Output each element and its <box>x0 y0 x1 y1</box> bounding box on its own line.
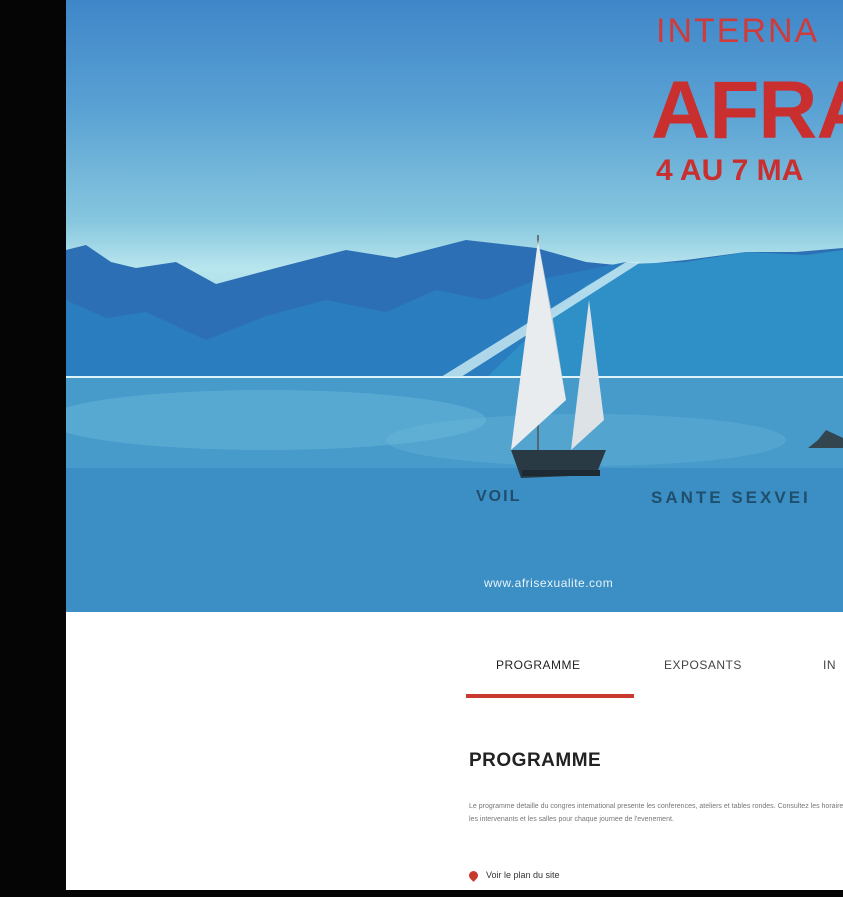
hero-website-link[interactable]: www.afrisexualite.com <box>484 576 613 590</box>
hero-caption-right: SANTE SEXVEI <box>651 488 811 507</box>
location-text: Voir le plan du site <box>486 870 560 880</box>
tab-exposants[interactable]: EXPOSANTS <box>664 658 742 672</box>
hero-eyebrow: INTERNA <box>656 12 820 50</box>
program-tabs: PROGRAMME EXPOSANTS IN <box>66 612 843 702</box>
bottom-bezel <box>0 890 843 897</box>
tab-more[interactable]: IN <box>823 658 836 672</box>
location-link[interactable]: Voir le plan du site <box>467 868 560 882</box>
hero-dates: 4 AU 7 MA <box>656 154 804 187</box>
hero-caption-left: VOIL <box>476 488 522 505</box>
tab-programme[interactable]: PROGRAMME <box>496 658 581 672</box>
section-description: Le programme detaille du congres interna… <box>469 803 843 823</box>
active-tab-underline <box>466 694 634 698</box>
hero-banner: INTERNA AFRA 4 AU 7 MA VOIL SANTE SEXVEI… <box>66 0 843 612</box>
left-bezel <box>0 0 66 897</box>
section-title: PROGRAMME <box>469 750 602 771</box>
browser-viewport: INTERNA AFRA 4 AU 7 MA VOIL SANTE SEXVEI… <box>66 0 843 890</box>
location-pin-icon <box>467 868 480 882</box>
hero-title: AFRA <box>651 65 843 156</box>
